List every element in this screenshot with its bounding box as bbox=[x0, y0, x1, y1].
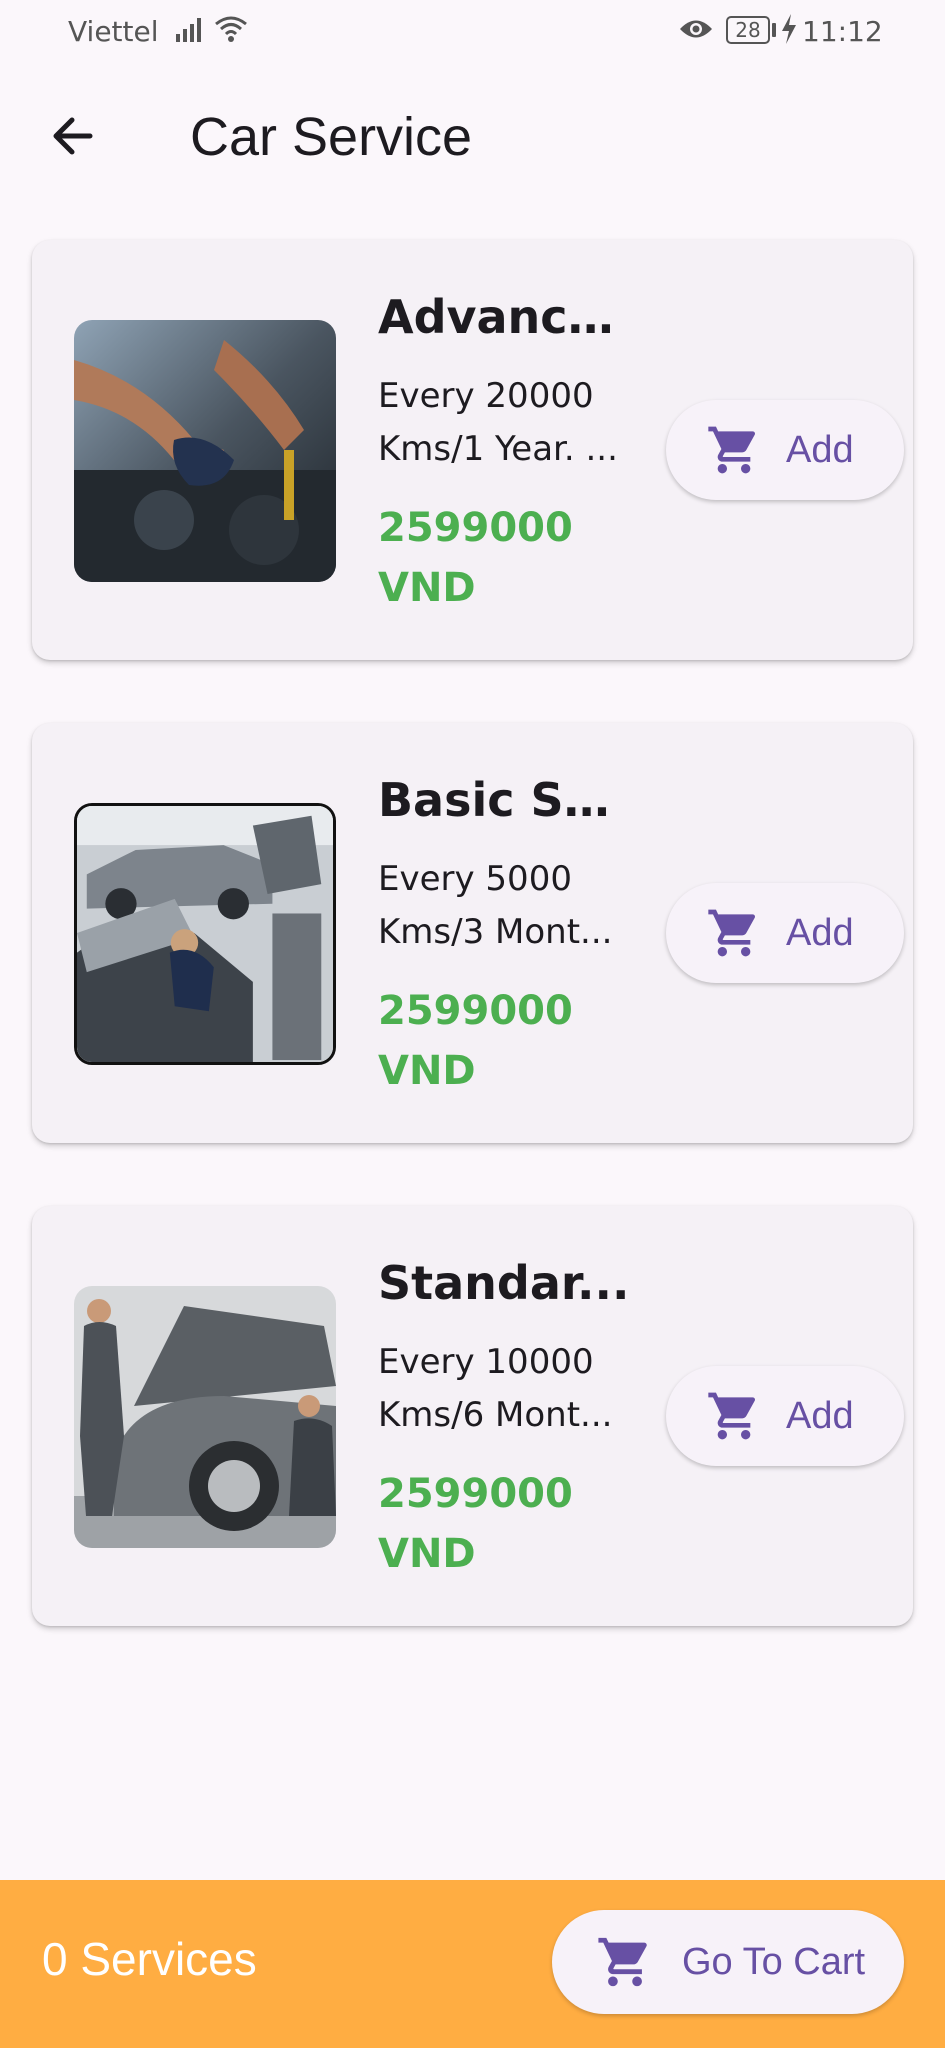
app-bar: Car Service bbox=[0, 80, 945, 192]
add-button[interactable]: Add bbox=[666, 883, 904, 983]
service-price: 2599000 VND bbox=[378, 1464, 638, 1584]
price-amount: 2599000 bbox=[378, 1471, 573, 1517]
signal-icon bbox=[176, 18, 201, 42]
page-title: Car Service bbox=[190, 107, 473, 167]
service-title: Advance... bbox=[378, 290, 638, 344]
service-card: Standar... Every 10000 Kms/6 Mont... 259… bbox=[32, 1206, 913, 1626]
add-button-label: Add bbox=[786, 911, 854, 954]
service-card: Advance... Every 20000 Kms/1 Year. ... 2… bbox=[32, 240, 913, 660]
description-line: Kms/3 Mont... bbox=[378, 912, 613, 952]
battery-tip bbox=[772, 23, 776, 37]
price-amount: 2599000 bbox=[378, 988, 573, 1034]
add-button[interactable]: Add bbox=[666, 400, 904, 500]
go-to-cart-label: Go To Cart bbox=[682, 1940, 866, 1983]
back-arrow-icon[interactable] bbox=[40, 102, 108, 170]
cart-icon bbox=[598, 1937, 647, 1987]
service-image bbox=[74, 320, 336, 582]
status-bar: Viettel 28 11:12 bbox=[0, 0, 945, 66]
price-amount: 2599000 bbox=[378, 505, 573, 551]
cart-icon bbox=[708, 426, 756, 474]
service-price: 2599000 VND bbox=[378, 498, 638, 618]
description-line: Kms/1 Year. ... bbox=[378, 429, 618, 469]
service-count: 0 Services bbox=[42, 1933, 257, 1985]
description-line: Every 20000 bbox=[378, 376, 594, 416]
service-price: 2599000 VND bbox=[378, 981, 638, 1101]
service-card: Basic Se... Every 5000 Kms/3 Mont... 259… bbox=[32, 723, 913, 1143]
service-title: Basic Se... bbox=[378, 773, 638, 827]
add-button-label: Add bbox=[786, 428, 854, 471]
service-description: Every 10000 Kms/6 Mont... bbox=[378, 1336, 638, 1442]
add-button-label: Add bbox=[786, 1394, 854, 1437]
wifi-icon bbox=[215, 16, 247, 42]
price-currency: VND bbox=[378, 1531, 476, 1577]
charging-icon bbox=[782, 14, 796, 44]
service-image bbox=[74, 1286, 336, 1548]
cart-icon bbox=[708, 909, 756, 957]
price-currency: VND bbox=[378, 565, 476, 611]
carrier-name: Viettel bbox=[68, 15, 159, 48]
eye-icon bbox=[680, 20, 712, 38]
cart-icon bbox=[708, 1392, 756, 1440]
price-currency: VND bbox=[378, 1048, 476, 1094]
description-line: Kms/6 Mont... bbox=[378, 1395, 613, 1435]
bottom-cart-bar: 0 Services Go To Cart bbox=[0, 1880, 945, 2048]
description-line: Every 5000 bbox=[378, 859, 572, 899]
battery-indicator: 28 bbox=[726, 16, 770, 44]
service-title: Standar... bbox=[378, 1256, 630, 1310]
add-button[interactable]: Add bbox=[666, 1366, 904, 1466]
go-to-cart-button[interactable]: Go To Cart bbox=[552, 1910, 904, 2014]
service-image bbox=[74, 803, 336, 1065]
service-description: Every 5000 Kms/3 Mont... bbox=[378, 853, 638, 959]
description-line: Every 10000 bbox=[378, 1342, 594, 1382]
clock: 11:12 bbox=[802, 15, 883, 48]
service-description: Every 20000 Kms/1 Year. ... bbox=[378, 370, 638, 476]
